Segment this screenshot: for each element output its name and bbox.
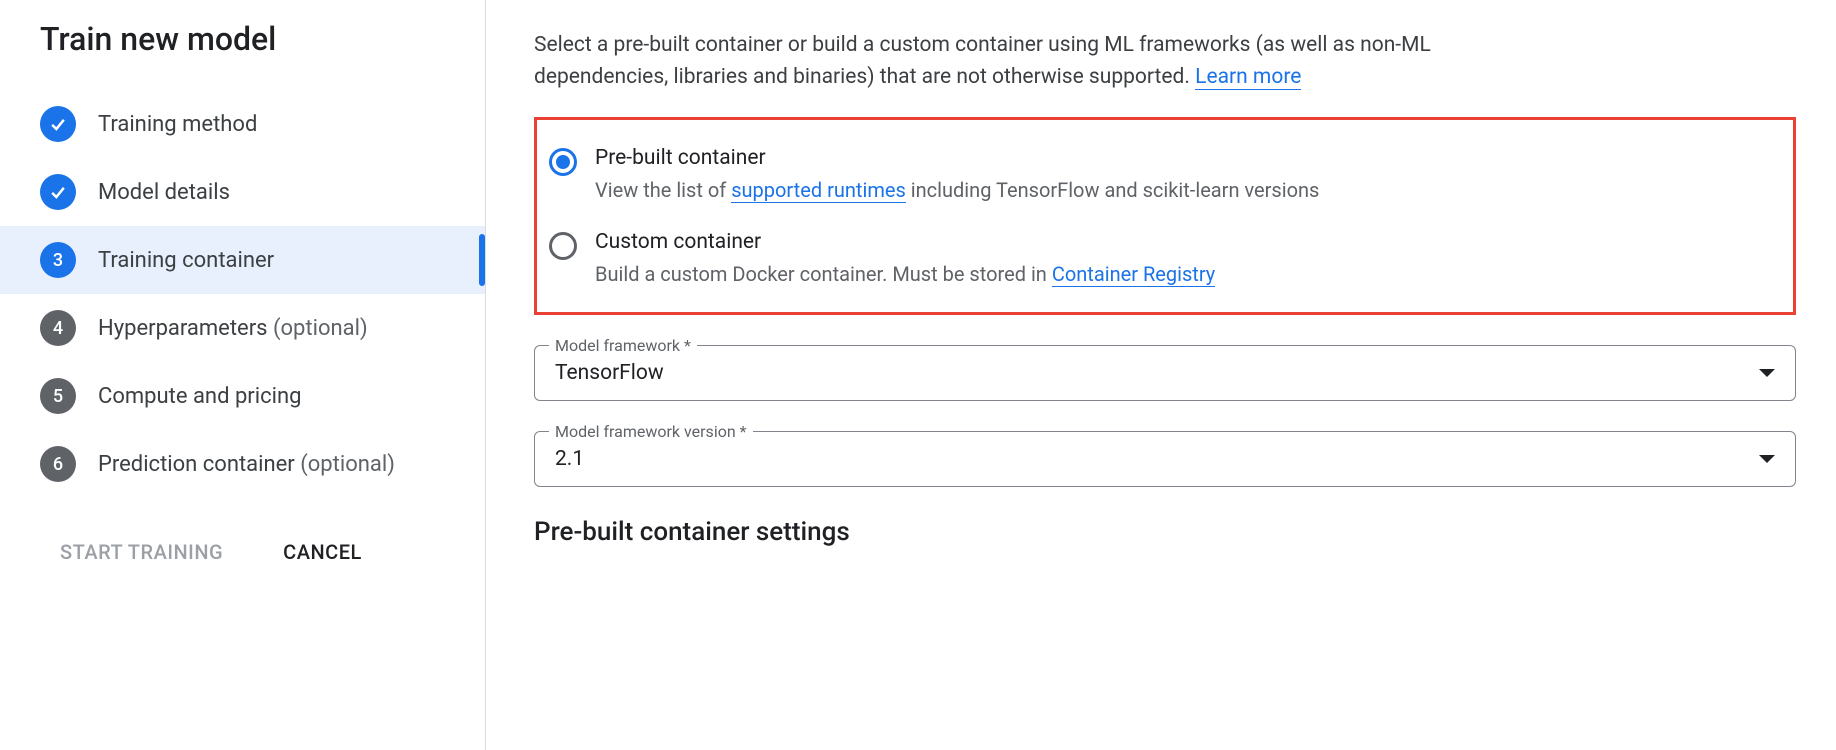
radio-prebuilt-container[interactable]: Pre-built container View the list of sup… — [549, 138, 1781, 222]
step-number-icon: 5 — [40, 378, 76, 414]
step-compute-pricing[interactable]: 5 Compute and pricing — [0, 362, 485, 430]
step-number-icon: 4 — [40, 310, 76, 346]
model-framework-version-select[interactable]: Model framework version * 2.1 — [534, 431, 1796, 487]
container-registry-link[interactable]: Container Registry — [1052, 262, 1215, 287]
field-label: Model framework * — [549, 336, 697, 355]
radio-unselected-icon — [549, 232, 577, 260]
step-training-method[interactable]: Training method — [0, 90, 485, 158]
field-value: TensorFlow — [555, 361, 1759, 385]
step-list: Training method Model details 3 Training… — [40, 90, 485, 498]
radio-label: Pre-built container — [595, 146, 1319, 170]
field-label: Model framework version * — [549, 422, 753, 441]
wizard-sidebar: Train new model Training method Model de… — [0, 0, 486, 750]
main-panel: Select a pre-built container or build a … — [486, 0, 1836, 750]
cancel-button[interactable]: CANCEL — [283, 540, 362, 564]
step-hyperparameters[interactable]: 4 Hyperparameters (optional) — [0, 294, 485, 362]
chevron-down-icon — [1759, 455, 1775, 463]
step-label: Hyperparameters (optional) — [98, 316, 368, 341]
radio-label: Custom container — [595, 230, 1215, 254]
step-prediction-container[interactable]: 6 Prediction container (optional) — [0, 430, 485, 498]
step-label: Model details — [98, 180, 230, 205]
learn-more-link[interactable]: Learn more — [1195, 65, 1301, 90]
step-label: Training container — [98, 248, 274, 273]
prebuilt-settings-heading: Pre-built container settings — [534, 517, 1796, 547]
model-framework-select[interactable]: Model framework * TensorFlow — [534, 345, 1796, 401]
check-icon — [40, 106, 76, 142]
step-number-icon: 6 — [40, 446, 76, 482]
field-value: 2.1 — [555, 447, 1759, 471]
start-training-button: START TRAINING — [60, 540, 223, 564]
chevron-down-icon — [1759, 369, 1775, 377]
supported-runtimes-link[interactable]: supported runtimes — [731, 178, 906, 203]
check-icon — [40, 174, 76, 210]
step-label: Prediction container (optional) — [98, 452, 395, 477]
step-label: Training method — [98, 112, 257, 137]
radio-selected-icon — [549, 148, 577, 176]
radio-sub: View the list of supported runtimes incl… — [595, 176, 1319, 204]
step-training-container[interactable]: 3 Training container — [0, 226, 485, 294]
radio-sub: Build a custom Docker container. Must be… — [595, 260, 1215, 288]
sidebar-actions: START TRAINING CANCEL — [40, 540, 485, 564]
step-label: Compute and pricing — [98, 384, 301, 409]
page-title: Train new model — [40, 20, 485, 58]
description-text: Select a pre-built container or build a … — [534, 30, 1434, 93]
step-number-icon: 3 — [40, 242, 76, 278]
radio-custom-container[interactable]: Custom container Build a custom Docker c… — [549, 222, 1781, 288]
step-model-details[interactable]: Model details — [0, 158, 485, 226]
container-type-group: Pre-built container View the list of sup… — [534, 117, 1796, 315]
